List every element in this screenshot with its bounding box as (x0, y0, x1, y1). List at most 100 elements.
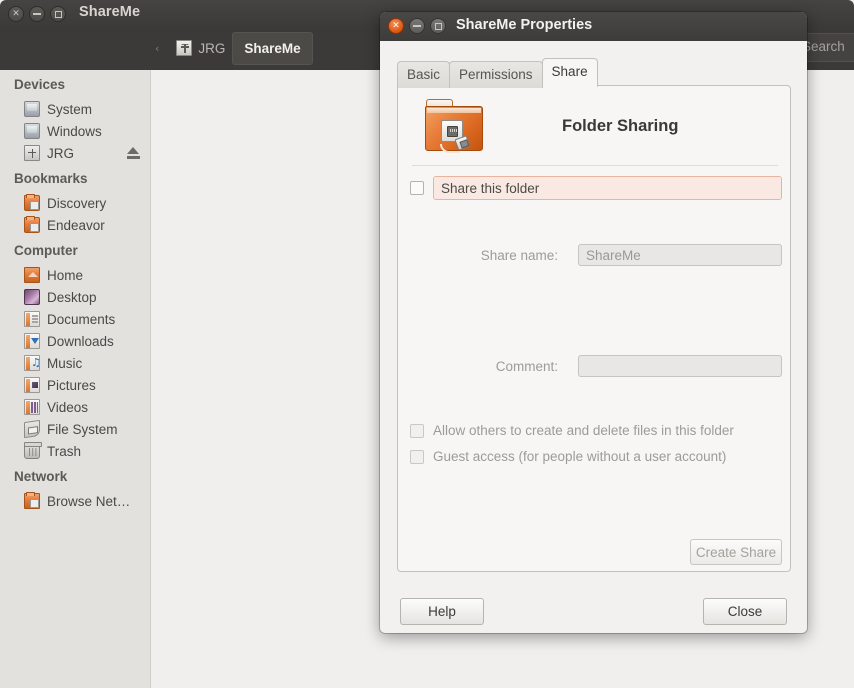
sidebar-item-desktop[interactable]: Desktop (0, 286, 150, 308)
sidebar-item-label: Documents (47, 311, 116, 327)
dialog-window-controls: ✕ (388, 18, 446, 34)
hard-drive-icon (24, 123, 40, 139)
sidebar-section-header-bookmarks: Bookmarks (14, 171, 88, 186)
breadcrumb-overflow-arrow-icon[interactable]: ‹ (155, 42, 159, 55)
screen: ✕ ShareMe ‹ JRG ShareMe Search Devices S… (0, 0, 854, 688)
file-manager-title: ShareMe (79, 4, 141, 20)
sidebar-item-jrg[interactable]: JRG (0, 142, 150, 164)
comment-label: Comment: (495, 358, 558, 374)
breadcrumb-item-label: ShareMe (244, 40, 301, 56)
page-title: Folder Sharing (562, 117, 679, 135)
sidebar-item-label: Home (47, 267, 84, 283)
sidebar-item-endeavor[interactable]: Endeavor (0, 214, 150, 236)
folder-body-shape (425, 106, 483, 153)
usb-drive-icon (24, 145, 40, 161)
documents-folder-icon (24, 311, 40, 327)
minimize-button[interactable] (29, 6, 45, 22)
folder-icon (24, 194, 40, 211)
breadcrumb-item-jrg[interactable]: JRG (169, 33, 232, 64)
sidebar-item-downloads[interactable]: Downloads (0, 330, 150, 352)
maximize-icon (434, 22, 442, 30)
folder-highlight-strip (427, 108, 481, 113)
sidebar-item-label: Videos (47, 399, 89, 415)
minimize-icon (33, 13, 41, 15)
sidebar-item-label: Music (47, 355, 83, 371)
share-tab-panel: Folder Sharing Share this folder Share n… (397, 85, 791, 572)
sidebar-item-label: Windows (47, 123, 102, 139)
downloads-folder-icon (24, 333, 40, 349)
tab-basic[interactable]: Basic (397, 61, 451, 88)
sidebar: Devices System Windows JRG Bookmarks Dis… (0, 70, 151, 688)
tab-permissions[interactable]: Permissions (449, 61, 543, 88)
share-this-folder-checkbox[interactable] (410, 181, 424, 195)
guest-access-row[interactable]: Guest access (for people without a user … (410, 449, 726, 464)
share-name-input[interactable]: ShareMe (578, 244, 782, 266)
sidebar-item-videos[interactable]: Videos (0, 396, 150, 418)
close-button[interactable]: ✕ (8, 6, 24, 22)
sidebar-section-header-network: Network (14, 469, 68, 484)
breadcrumb-item-shareme[interactable]: ShareMe (232, 31, 313, 65)
eject-icon[interactable] (127, 146, 140, 159)
music-folder-icon (24, 355, 41, 371)
minimize-icon (413, 25, 421, 27)
breadcrumb-item-label: JRG (198, 40, 226, 56)
tab-bar: Basic Permissions Share (397, 58, 598, 88)
allow-create-delete-row[interactable]: Allow others to create and delete files … (410, 423, 734, 438)
cable-plug-shape (454, 135, 471, 151)
sidebar-item-label: File System (47, 421, 118, 437)
help-button[interactable]: Help (400, 598, 484, 625)
comment-input[interactable] (578, 355, 782, 377)
guest-access-checkbox[interactable] (410, 449, 424, 464)
videos-folder-icon (24, 399, 40, 415)
hard-drive-icon (24, 101, 40, 117)
close-icon: ✕ (392, 20, 400, 31)
guest-access-label: Guest access (for people without a user … (433, 449, 727, 464)
trash-icon (24, 442, 42, 459)
header-separator (412, 165, 778, 166)
maximize-button[interactable] (50, 6, 66, 22)
sidebar-item-browse-network[interactable]: Browse Net… (0, 490, 150, 512)
sidebar-item-music[interactable]: Music (0, 352, 150, 374)
sidebar-item-label: Trash (47, 443, 82, 459)
sidebar-section-header-devices: Devices (14, 77, 66, 92)
sidebar-item-label: Downloads (47, 333, 114, 349)
sidebar-item-label: JRG (47, 145, 74, 161)
home-folder-icon (24, 267, 40, 283)
sidebar-item-documents[interactable]: Documents (0, 308, 150, 330)
sidebar-section-header-computer: Computer (14, 243, 78, 258)
close-button[interactable]: ✕ (388, 18, 404, 34)
sidebar-item-windows[interactable]: Windows (0, 120, 150, 142)
maximize-icon (54, 10, 62, 18)
dialog-footer: Help Close (380, 584, 807, 633)
network-cable-icon (440, 135, 471, 153)
pictures-folder-icon (24, 377, 40, 393)
allow-create-delete-checkbox[interactable] (410, 423, 424, 438)
dialog-titlebar: ✕ ShareMe Properties (380, 12, 807, 41)
sidebar-item-discovery[interactable]: Discovery (0, 192, 150, 214)
usb-drive-icon (176, 40, 193, 56)
ethernet-jack-icon (447, 126, 458, 137)
tab-share[interactable]: Share (541, 58, 598, 87)
dialog-title: ShareMe Properties (456, 17, 593, 33)
sidebar-item-file-system[interactable]: File System (0, 418, 150, 440)
maximize-button[interactable] (430, 18, 446, 34)
create-share-button[interactable]: Create Share (690, 539, 782, 565)
sidebar-item-home[interactable]: Home (0, 264, 150, 286)
desktop-icon (24, 289, 40, 305)
network-folder-icon (24, 492, 40, 509)
folder-sharing-header: Folder Sharing (410, 99, 780, 161)
share-this-folder-row[interactable]: Share this folder (410, 176, 782, 200)
sidebar-item-label: Discovery (47, 195, 107, 211)
sidebar-item-system[interactable]: System (0, 98, 150, 120)
minimize-button[interactable] (409, 18, 425, 34)
sidebar-item-label: Desktop (47, 289, 97, 305)
sidebar-item-trash[interactable]: Trash (0, 440, 150, 462)
close-dialog-button[interactable]: Close (703, 598, 787, 625)
share-name-label: Share name: (480, 247, 558, 263)
share-this-folder-label: Share this folder (433, 176, 782, 200)
allow-create-delete-label: Allow others to create and delete files … (433, 423, 734, 438)
sidebar-item-label: Browse Net… (47, 493, 131, 509)
file-manager-window-controls: ✕ (8, 6, 66, 22)
sidebar-item-pictures[interactable]: Pictures (0, 374, 150, 396)
share-name-row: Share name: ShareMe (410, 244, 782, 266)
